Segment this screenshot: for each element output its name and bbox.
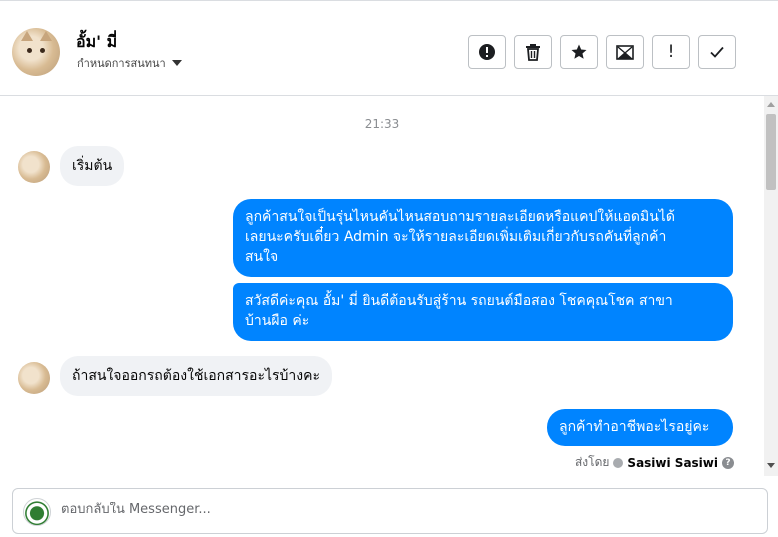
mail-icon	[616, 45, 634, 60]
reply-composer	[12, 488, 768, 534]
important-button[interactable]: !	[652, 35, 690, 69]
mark-done-button[interactable]	[698, 35, 736, 69]
help-icon[interactable]: ?	[722, 456, 734, 469]
delete-button[interactable]	[514, 35, 552, 69]
sent-by-name[interactable]: Sasiwi Sasiwi	[627, 456, 718, 470]
message-thread: 21:33 เริ่มต้น ลูกค้าสนใจเป็นรุ่นไหนคันไ…	[0, 96, 764, 478]
caret-down-icon	[171, 60, 182, 66]
incoming-message: ถ้าสนใจออกรถต้องใช้เอกสารอะไรบ้างคะ	[60, 356, 333, 396]
outgoing-message: สวัสดีค่ะคุณ อั้ม' มี่ ยินดีต้อนรับสู่ร้…	[233, 283, 733, 341]
thread-scrollbar[interactable]	[764, 96, 778, 476]
page-logo-icon	[23, 498, 51, 526]
follow-up-button[interactable]	[560, 35, 598, 69]
incoming-message: เริ่มต้น	[60, 146, 125, 186]
alert-circle-icon	[479, 44, 495, 60]
contact-avatar-small	[18, 151, 50, 183]
assign-conversation-label: กำหนดการสนทนา	[77, 57, 166, 70]
contact-name[interactable]: อั้ม' มี่	[76, 30, 117, 55]
agent-icon	[613, 457, 624, 468]
message-line: สวัสดีค่ะคุณ อั้ม' มี่ ยินดีต้อนรับสู่ร้…	[245, 293, 673, 309]
sent-by-info: ส่งโดย Sasiwi Sasiwi ?	[575, 453, 734, 472]
scroll-up-icon[interactable]	[767, 102, 775, 107]
message-line: ลูกค้าสนใจเป็นรุ่นไหนคันไหนสอบถามรายละเอ…	[245, 209, 675, 225]
spam-button[interactable]	[468, 35, 506, 69]
contact-avatar[interactable]	[12, 28, 60, 76]
mark-unread-button[interactable]	[606, 35, 644, 69]
message-timestamp: 21:33	[364, 117, 400, 131]
scroll-thumb[interactable]	[766, 114, 776, 190]
exclamation-icon: !	[667, 42, 675, 62]
outgoing-message: ลูกค้าทำอาชีพอะไรอยู่คะ	[547, 409, 733, 446]
outgoing-message: ลูกค้าสนใจเป็นรุ่นไหนคันไหนสอบถามรายละเอ…	[233, 199, 733, 277]
contact-avatar-small	[18, 362, 50, 394]
conversation-toolbar: !	[468, 35, 736, 69]
message-line: เลยนะครับเดี๋ยว Admin จะให้รายละเอียดเพิ…	[245, 229, 667, 245]
scroll-down-icon[interactable]	[767, 463, 775, 468]
assign-conversation-dropdown[interactable]: กำหนดการสนทนา	[77, 54, 182, 72]
message-line: สนใจ	[245, 249, 279, 265]
trash-icon	[526, 44, 540, 61]
star-icon	[571, 44, 587, 59]
reply-input[interactable]	[61, 502, 741, 517]
sent-by-label: ส่งโดย	[574, 455, 610, 469]
conversation-header: อั้ม' มี่ กำหนดการสนทนา !	[0, 0, 778, 96]
message-line: บ้านผือ ค่ะ	[245, 313, 310, 329]
check-icon	[710, 46, 724, 58]
